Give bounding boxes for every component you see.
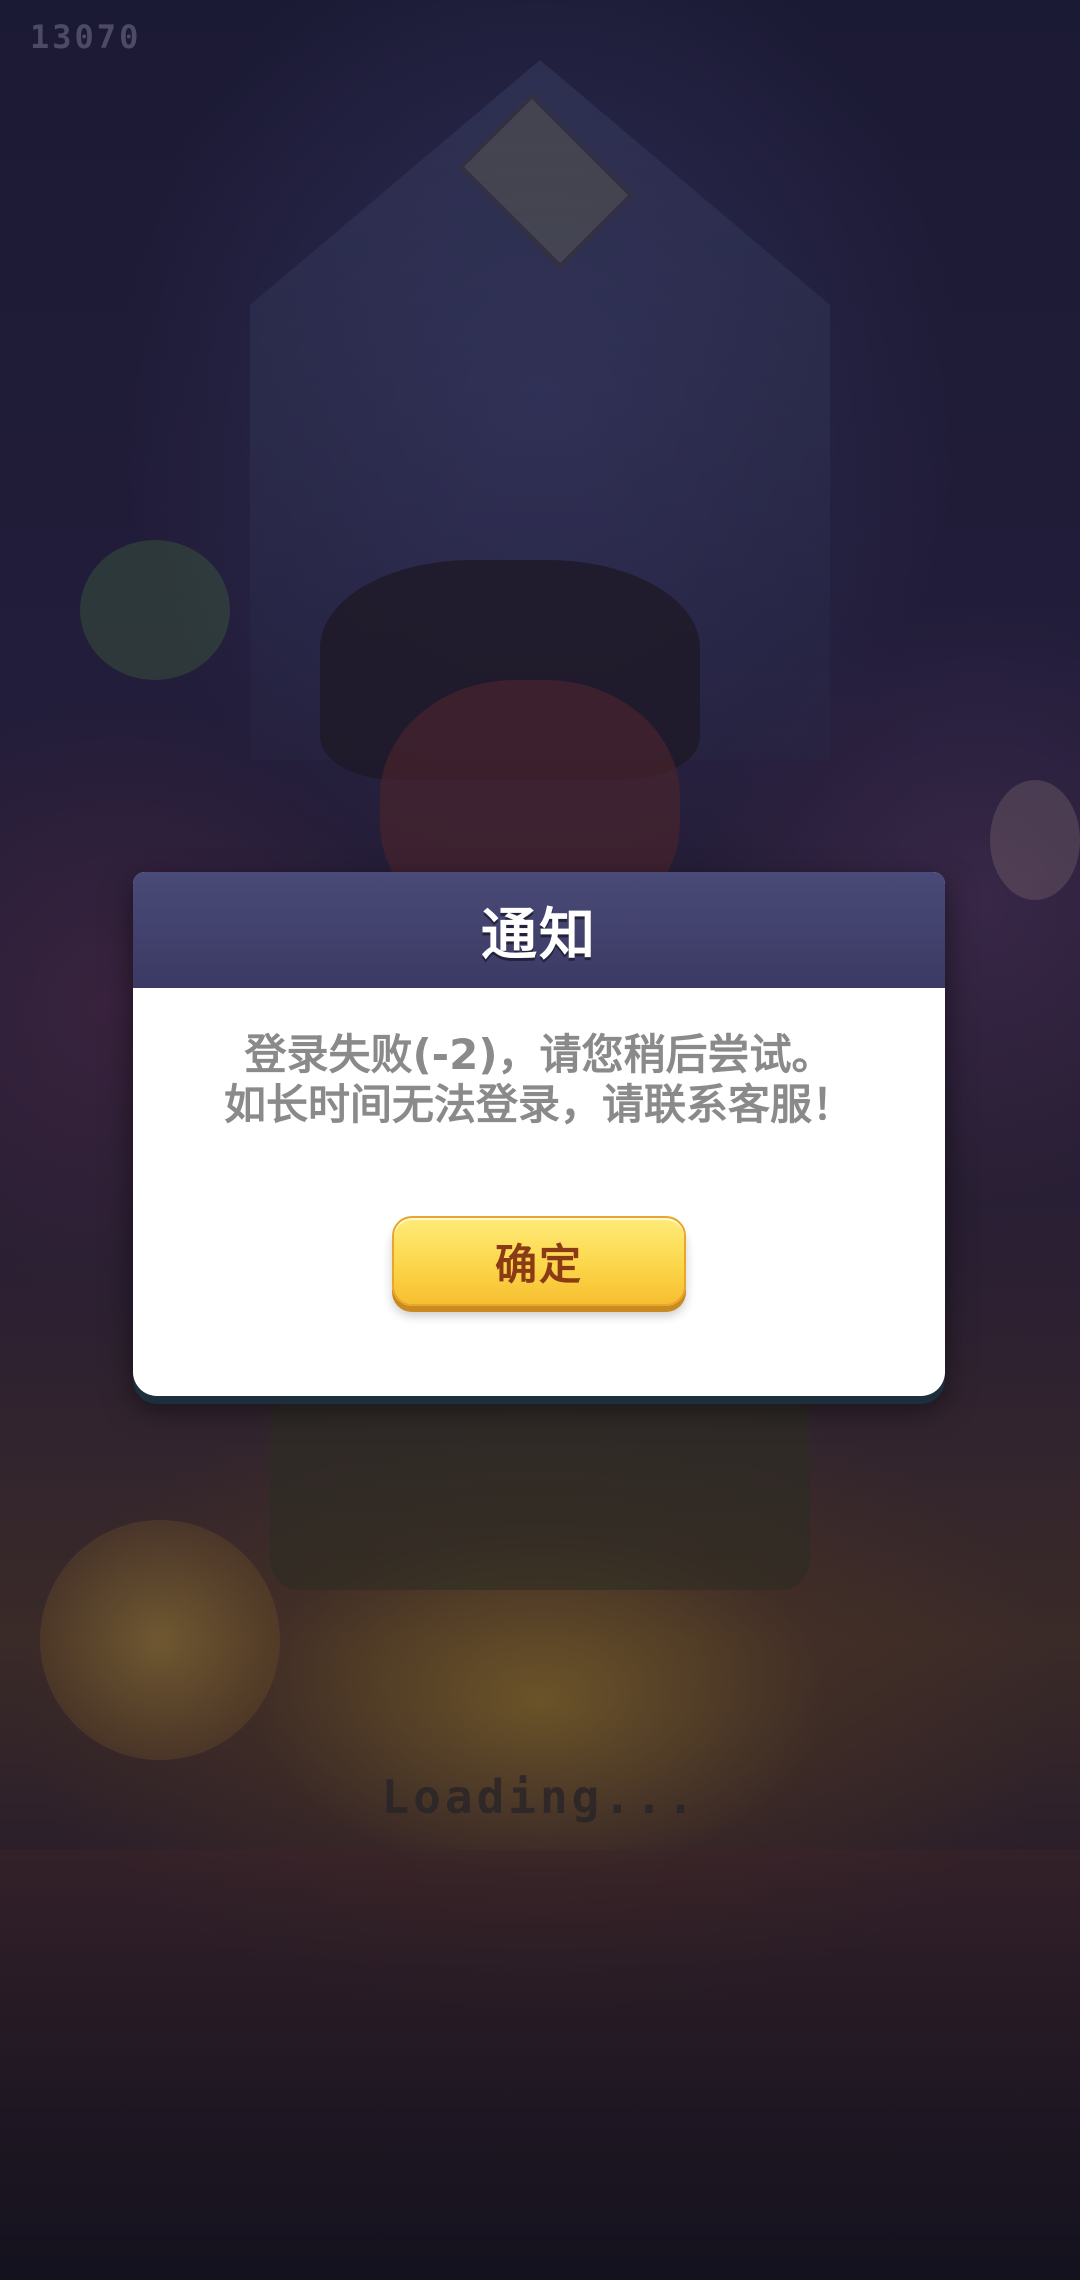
background-window — [457, 92, 635, 270]
background-balloon — [990, 780, 1080, 900]
background-hat — [320, 560, 700, 780]
dialog-header: 通知 — [133, 872, 945, 988]
background-floor — [0, 1850, 1080, 2280]
notice-dialog: 通知 登录失败(-2)，请您稍后尝试。 如长时间无法登录，请联系客服！ 确定 — [133, 872, 945, 1396]
dialog-message-line-1: 登录失败(-2)，请您稍后尝试。 — [244, 1030, 834, 1079]
confirm-button[interactable]: 确定 — [392, 1216, 686, 1306]
background-cactus-character — [80, 540, 230, 680]
background-coin — [40, 1520, 280, 1760]
background-arch — [250, 60, 830, 760]
dialog-body: 登录失败(-2)，请您稍后尝试。 如长时间无法登录，请联系客服！ — [133, 988, 945, 1130]
confirm-button-label: 确定 — [494, 1239, 583, 1289]
loading-text: Loading... — [381, 1770, 699, 1824]
background-chest — [270, 1390, 810, 1590]
dialog-message-line-2: 如长时间无法登录，请联系客服！ — [223, 1080, 854, 1129]
game-screen: 13070 Loading... 通知 登录失败(-2)，请您稍后尝试。 如长时… — [0, 0, 1080, 2280]
fps-counter: 13070 — [30, 18, 142, 56]
dialog-title: 通知 — [481, 902, 597, 968]
